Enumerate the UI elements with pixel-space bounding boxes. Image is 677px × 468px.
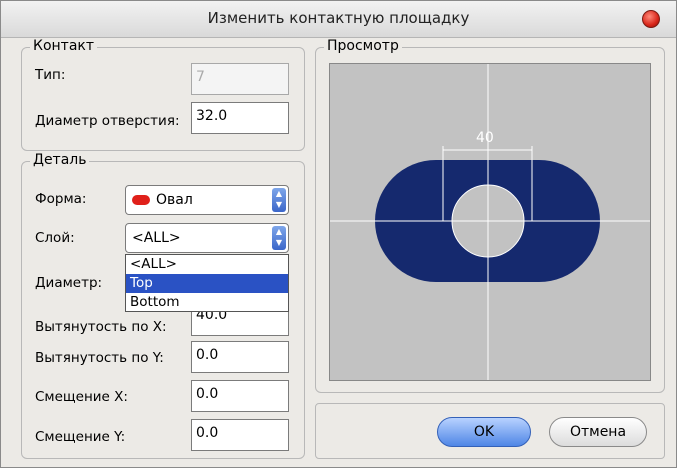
contact-group-title: Контакт (30, 38, 98, 54)
offset-x-field[interactable]: 0.0 (191, 380, 289, 412)
shape-select-value: Овал (156, 192, 193, 208)
title-bar: Изменить контактную площадку (1, 1, 676, 38)
edit-pad-dialog: Изменить контактную площадку Контакт Тип… (0, 0, 677, 468)
pad-preview: 40 (329, 63, 651, 381)
hole-diameter-field[interactable]: 32.0 (191, 102, 289, 134)
close-icon[interactable] (642, 10, 660, 28)
stretch-y-label: Вытянутость по Y: (35, 350, 164, 366)
layer-option-top[interactable]: Top (126, 274, 288, 293)
shape-select[interactable]: Овал ▲ ▼ (125, 185, 289, 215)
diameter-label: Диаметр: (35, 275, 103, 291)
offset-x-label: Смещение X: (35, 389, 128, 405)
layer-label: Слой: (35, 230, 75, 246)
updown-arrows-icon: ▲ ▼ (272, 226, 286, 250)
offset-y-label: Смещение Y: (35, 429, 126, 445)
detail-group-title: Деталь (30, 152, 90, 168)
preview-group-title: Просмотр (324, 38, 402, 54)
layer-select-value: <ALL> (132, 230, 181, 246)
hole-diameter-label: Диаметр отверстия: (35, 113, 180, 129)
oval-shape-icon (132, 195, 150, 205)
type-label: Тип: (35, 67, 66, 83)
offset-y-field[interactable]: 0.0 (191, 419, 289, 451)
stretch-x-label: Вытянутость по X: (35, 319, 167, 335)
window-title: Изменить контактную площадку (207, 9, 470, 27)
dimension-label: 40 (476, 130, 494, 146)
updown-arrows-icon: ▲ ▼ (272, 188, 286, 212)
layer-dropdown-list: <ALL> Top Bottom (125, 254, 289, 312)
pad-preview-canvas: 40 (330, 64, 650, 380)
layer-option-all[interactable]: <ALL> (126, 255, 288, 274)
type-field[interactable]: 7 (191, 63, 289, 95)
stretch-y-field[interactable]: 0.0 (191, 341, 289, 373)
shape-label: Форма: (35, 191, 87, 207)
cancel-button[interactable]: Отмена (549, 417, 647, 447)
layer-option-bottom[interactable]: Bottom (126, 293, 288, 312)
ok-button[interactable]: OK (437, 417, 531, 447)
layer-select[interactable]: <ALL> ▲ ▼ (125, 223, 289, 253)
